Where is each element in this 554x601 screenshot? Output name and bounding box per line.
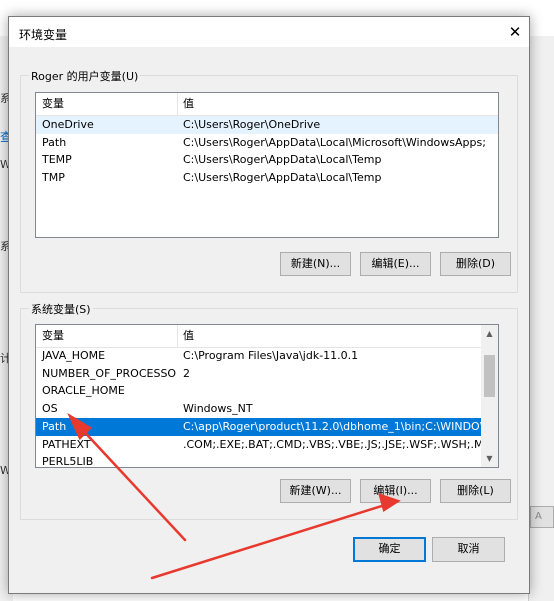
- variable-name-cell: PERL5LIB: [42, 455, 94, 468]
- variable-name-cell: Path: [42, 419, 67, 433]
- variable-value-cell: C:\Program Files\Java\jdk-11.0.1: [183, 349, 359, 362]
- table-row[interactable]: Path C:\app\Roger\product\11.2.0\dbhome_1…: [36, 417, 481, 436]
- system-new-button[interactable]: 新建(W)...: [280, 479, 351, 503]
- column-header-value[interactable]: 值: [177, 325, 482, 347]
- table-row[interactable]: TMP C:\Users\Roger\AppData\Local\Temp: [36, 169, 498, 187]
- table-row[interactable]: OneDrive C:\Users\Roger\OneDrive: [36, 116, 498, 134]
- cancel-button[interactable]: 取消: [432, 537, 505, 562]
- column-header-variable[interactable]: 变量: [36, 325, 177, 347]
- variable-name-cell: Path: [42, 135, 67, 149]
- table-row[interactable]: OS Windows_NT: [36, 400, 481, 418]
- user-delete-button[interactable]: 删除(D): [440, 252, 511, 276]
- variable-name-cell: NUMBER_OF_PROCESSORS: [42, 366, 177, 380]
- user-edit-button[interactable]: 编辑(E)...: [360, 252, 431, 276]
- scrollbar-thumb[interactable]: [484, 355, 495, 397]
- ok-button[interactable]: 确定: [353, 537, 426, 562]
- variable-value-cell: C:\Users\Roger\AppData\Local\Temp: [183, 171, 382, 185]
- variable-value-cell: C:\Users\Roger\AppData\Local\Temp: [183, 153, 382, 167]
- variable-value-cell: Windows_NT: [183, 402, 253, 416]
- variable-value-cell: C:\Users\Roger\AppData\Local\Microsoft\W…: [183, 135, 486, 149]
- system-edit-button[interactable]: 编辑(I)...: [360, 479, 431, 503]
- variable-value-cell: 2: [183, 366, 190, 380]
- close-button[interactable]: ✕: [501, 17, 529, 47]
- table-row[interactable]: ORACLE_HOME: [36, 382, 481, 400]
- table-row[interactable]: NUMBER_OF_PROCESSORS 2: [36, 365, 481, 383]
- system-variables-scrollbar[interactable]: ▲ ▼: [481, 325, 498, 467]
- user-variables-list[interactable]: 变量 值 OneDrive C:\Users\Roger\OneDrive Path…: [35, 92, 499, 238]
- column-header-value[interactable]: 值: [177, 93, 498, 115]
- user-variables-list-header: 变量 值: [36, 93, 498, 116]
- variable-name-cell: OS: [42, 402, 58, 416]
- environment-variables-dialog: 环境变量 ✕ Roger 的用户变量(U) 变量 值 OneDrive C:\Us…: [8, 16, 530, 594]
- system-variables-group: 系统变量(S) 变量 值 JAVA_HOME C:\Program Files\J…: [20, 301, 518, 520]
- variable-name-cell: JAVA_HOME: [42, 349, 106, 362]
- user-variables-group: Roger 的用户变量(U) 变量 值 OneDrive C:\Users\Rog…: [20, 68, 518, 293]
- background-button[interactable]: A: [530, 506, 554, 528]
- user-variables-group-label: Roger 的用户变量(U): [29, 68, 141, 84]
- system-variables-group-label: 系统变量(S): [29, 301, 93, 317]
- variable-name-cell: TEMP: [42, 153, 72, 167]
- table-row[interactable]: JAVA_HOME C:\Program Files\Java\jdk-11.0.…: [36, 347, 481, 365]
- system-delete-button[interactable]: 删除(L): [440, 479, 511, 503]
- column-header-variable[interactable]: 变量: [36, 93, 177, 115]
- scroll-up-arrow-icon[interactable]: ▲: [481, 325, 498, 342]
- variable-value-cell: C:\app\Roger\product\11.2.0\dbhome_1\bin…: [183, 419, 481, 433]
- table-row[interactable]: Path C:\Users\Roger\AppData\Local\Microso…: [36, 134, 498, 152]
- variable-name-cell: OneDrive: [42, 118, 94, 131]
- variable-value-cell: .COM;.EXE;.BAT;.CMD;.VBS;.VBE;.JS;.JSE;.…: [183, 437, 481, 451]
- variable-value-cell: C:\Users\Roger\OneDrive: [183, 118, 321, 131]
- scroll-down-arrow-icon[interactable]: ▼: [481, 450, 498, 467]
- variable-name-cell: ORACLE_HOME: [42, 384, 125, 398]
- table-row[interactable]: PATHEXT .COM;.EXE;.BAT;.CMD;.VBS;.VBE;.JS…: [36, 436, 481, 454]
- variable-name-cell: TMP: [42, 171, 65, 185]
- user-new-button[interactable]: 新建(N)...: [280, 252, 351, 276]
- dialog-title: 环境变量: [19, 28, 68, 42]
- table-row[interactable]: PERL5LIB: [36, 453, 481, 468]
- table-row[interactable]: TEMP C:\Users\Roger\AppData\Local\Temp: [36, 151, 498, 169]
- close-icon: ✕: [508, 23, 522, 41]
- system-variables-list[interactable]: 变量 值 JAVA_HOME C:\Program Files\Java\jdk-…: [35, 324, 499, 468]
- dialog-titlebar[interactable]: 环境变量 ✕: [9, 17, 529, 47]
- system-variables-list-header: 变量 值: [36, 325, 498, 348]
- variable-name-cell: PATHEXT: [42, 437, 91, 451]
